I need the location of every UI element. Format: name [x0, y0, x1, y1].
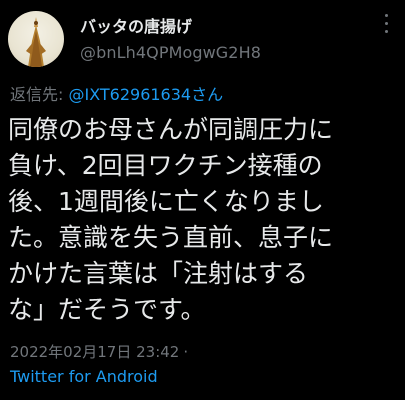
tweet-text-line: かけた言葉は「注射はする — [8, 259, 309, 288]
timestamp[interactable]: 2022年02月17日 23:42 — [10, 343, 179, 361]
tweet-text-line: 負け、2回目ワクチン接種の — [8, 151, 323, 180]
tweet-text-line: た。意識を失う直前、息子に — [8, 223, 334, 252]
source-client-link[interactable]: Twitter for Android — [10, 367, 158, 386]
username-handle[interactable]: @bnLh4QPMogwG2H8 — [80, 43, 261, 62]
reply-context: 返信先: @IXT62961634さん — [10, 81, 223, 105]
tweet-text-line: 同僚のお母さんが同調圧力に — [8, 115, 334, 144]
avatar[interactable] — [8, 11, 64, 67]
tweet-text: 同僚のお母さんが同調圧力に 負け、2回目ワクチン接種の 後、1週間後に亡くなりま… — [8, 112, 403, 328]
reply-prefix: 返信先: — [10, 85, 69, 104]
tweet-text-line: な」だそうです。 — [8, 295, 206, 324]
grasshopper-avatar-image — [26, 17, 46, 67]
tweet-text-line: 後、1週間後に亡くなりまし — [8, 187, 324, 216]
separator-dot: · — [183, 343, 189, 361]
more-vertical-icon[interactable] — [382, 14, 390, 38]
display-name[interactable]: バッタの唐揚げ — [80, 13, 192, 37]
reply-mention-link[interactable]: @IXT62961634さん — [68, 85, 223, 104]
tweet-metadata: 2022年02月17日 23:42 · — [10, 341, 188, 362]
